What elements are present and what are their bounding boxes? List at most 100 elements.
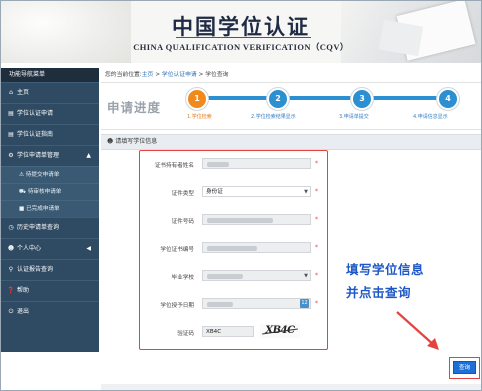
sidebar-item-home[interactable]: ⌂ 主页 <box>1 82 99 103</box>
sidebar-item-manage[interactable]: ⚙ 学位申请单管理 ▲ <box>1 145 99 166</box>
chevron-down-icon: ▼ <box>304 273 308 279</box>
sidebar-item-label: 认证报告查询 <box>17 266 54 273</box>
redacted-text <box>207 218 273 223</box>
captcha-image[interactable]: XB4C <box>260 324 300 338</box>
sidebar-filler <box>1 322 99 352</box>
captcha-input[interactable]: XB4C <box>202 326 254 337</box>
folder-icon: ■ <box>19 206 25 212</box>
progress-step-3: 3 <box>351 88 373 110</box>
chevron-down-icon: ▼ <box>304 189 308 195</box>
query-button[interactable]: 查询 <box>453 361 476 374</box>
sidebar-item-help[interactable]: ❓ 帮助 <box>1 280 99 301</box>
form-row-school: 毕业学校 ▼ * <box>140 269 327 285</box>
section-header: ☻ 请填写学位信息 <box>101 134 481 150</box>
required-mark: * <box>315 216 318 223</box>
annotation-line-1: 填写学位信息 <box>346 262 425 277</box>
progress-step-4-label: 4.申请信息显示 <box>413 114 448 120</box>
app-window: 中国学位认证 CHINA QUALIFICATION VERIFICATION（… <box>0 0 482 391</box>
breadcrumb-apply-link[interactable]: 学位认证申请 <box>162 72 197 78</box>
field-label: 证件号码 <box>171 219 194 225</box>
site-subtitle: CHINA QUALIFICATION VERIFICATION（CQV） <box>133 42 349 52</box>
form-row-id-number: 证件号码 * <box>140 213 327 229</box>
progress-step-1: 1 <box>186 88 208 110</box>
form-row-captcha: 验证码 XB4C XB4C <box>140 324 327 341</box>
form-row-id-type: 证件类型 身份证 ▼ * <box>140 185 327 201</box>
title-divider <box>176 37 311 38</box>
home-icon: ⌂ <box>9 89 13 96</box>
sidebar-item-label: 学位认证申请 <box>17 110 54 117</box>
required-mark: * <box>315 244 318 251</box>
field-label: 学位授予日期 <box>160 303 194 309</box>
sidebar-item-label: 待提交申请单 <box>25 172 60 178</box>
sidebar-item-logout[interactable]: ⏻ 退出 <box>1 301 99 322</box>
sidebar-subitem-pending-review[interactable]: ⛟ 待审核申请单 <box>1 183 99 200</box>
sidebar-item-label: 已完成申请单 <box>26 206 60 212</box>
redacted-text <box>207 274 243 279</box>
redacted-text <box>207 246 257 251</box>
id-number-input[interactable] <box>202 214 311 225</box>
search-icon: ⚲ <box>8 266 14 273</box>
required-mark: * <box>315 188 318 195</box>
annotation-line-2: 并点击查询 <box>346 285 412 300</box>
sidebar-item-history[interactable]: ◷ 历史申请单查询 <box>1 217 99 238</box>
required-mark: * <box>315 160 318 167</box>
cert-number-input[interactable] <box>202 242 311 253</box>
user-icon: ☻ <box>107 138 114 145</box>
sidebar-item-label: 退出 <box>17 308 30 315</box>
progress-step-1-label: 1.学位检索 <box>187 114 212 120</box>
id-type-select[interactable]: 身份证 ▼ <box>202 186 311 197</box>
field-label: 证件类型 <box>171 191 194 197</box>
sidebar-subitem-pending-submit[interactable]: ⚠ 待提交申请单 <box>1 166 99 183</box>
redacted-text <box>207 162 229 167</box>
progress-step-4: 4 <box>437 88 459 110</box>
sidebar-item-report[interactable]: ⚲ 认证报告查询 <box>1 259 99 280</box>
breadcrumb-prefix: 您的当前位置: <box>105 72 142 78</box>
sidebar-heading: 功能导航菜单 <box>1 68 99 82</box>
sidebar-item-guide[interactable]: ▤ 学位认证指南 <box>1 124 99 145</box>
progress-panel: 申请进度 1 2 3 4 1.学位检索 2.学位检索结果显示 3.申请单提交 4… <box>101 83 481 130</box>
required-mark: * <box>315 300 318 307</box>
sidebar-item-label: 历史申请单查询 <box>17 224 60 231</box>
progress-step-2: 2 <box>267 88 289 110</box>
footer-bar <box>101 384 481 390</box>
field-label: 学位证书编号 <box>160 247 194 253</box>
site-header: 中国学位认证 CHINA QUALIFICATION VERIFICATION（… <box>1 1 481 63</box>
truck-icon: ⛟ <box>19 189 27 195</box>
progress-step-3-label: 3.申请单提交 <box>339 114 369 120</box>
warning-icon: ⚠ <box>19 172 25 178</box>
history-icon: ◷ <box>8 224 14 231</box>
field-label: 验证码 <box>177 331 194 337</box>
chevron-left-icon: ◀ <box>86 245 91 252</box>
sidebar-item-apply[interactable]: ▤ 学位认证申请 <box>1 103 99 124</box>
breadcrumb-separator: > <box>196 72 206 78</box>
progress-step-2-label: 2.学位检索结果显示 <box>251 114 296 120</box>
sidebar-item-label: 学位申请单管理 <box>17 152 60 159</box>
progress-track <box>197 96 455 100</box>
award-date-input[interactable]: 12 <box>202 298 311 309</box>
breadcrumb-home-link[interactable]: 主页 <box>142 72 154 78</box>
sidebar-item-label: 个人中心 <box>17 245 42 252</box>
redacted-text <box>207 302 233 307</box>
help-icon: ❓ <box>7 287 15 294</box>
degree-form: 证书持有者姓名 * 证件类型 身份证 ▼ * 证件号码 * 学位证书编号 * 毕业… <box>139 150 328 350</box>
user-icon: ☻ <box>7 245 15 252</box>
form-row-award-date: 学位授予日期 12 * <box>140 297 327 313</box>
required-mark: * <box>315 272 318 279</box>
instruction-annotation: 填写学位信息 并点击查询 <box>346 258 424 304</box>
id-type-value: 身份证 <box>206 189 223 195</box>
gear-icon: ⚙ <box>8 152 14 159</box>
breadcrumb: 您的当前位置:主页 > 学位认证申请 > 学位查询 <box>101 68 481 83</box>
sidebar-item-label: 待审核申请单 <box>27 189 62 195</box>
calendar-icon[interactable]: 12 <box>300 299 309 308</box>
sidebar-item-profile[interactable]: ☻ 个人中心 ◀ <box>1 238 99 259</box>
sidebar-item-label: 主页 <box>17 89 30 96</box>
main-content: 您的当前位置:主页 > 学位认证申请 > 学位查询 申请进度 1 2 3 4 1… <box>101 68 481 390</box>
holder-name-input[interactable] <box>202 158 311 169</box>
progress-title: 申请进度 <box>107 100 162 115</box>
sidebar-subitem-completed[interactable]: ■ 已完成申请单 <box>1 200 99 217</box>
chevron-up-icon: ▲ <box>86 152 91 159</box>
field-label: 证书持有者姓名 <box>154 163 194 169</box>
form-row-cert-number: 学位证书编号 * <box>140 241 327 257</box>
school-select[interactable]: ▼ <box>202 270 311 281</box>
sidebar-item-label: 帮助 <box>17 287 30 294</box>
